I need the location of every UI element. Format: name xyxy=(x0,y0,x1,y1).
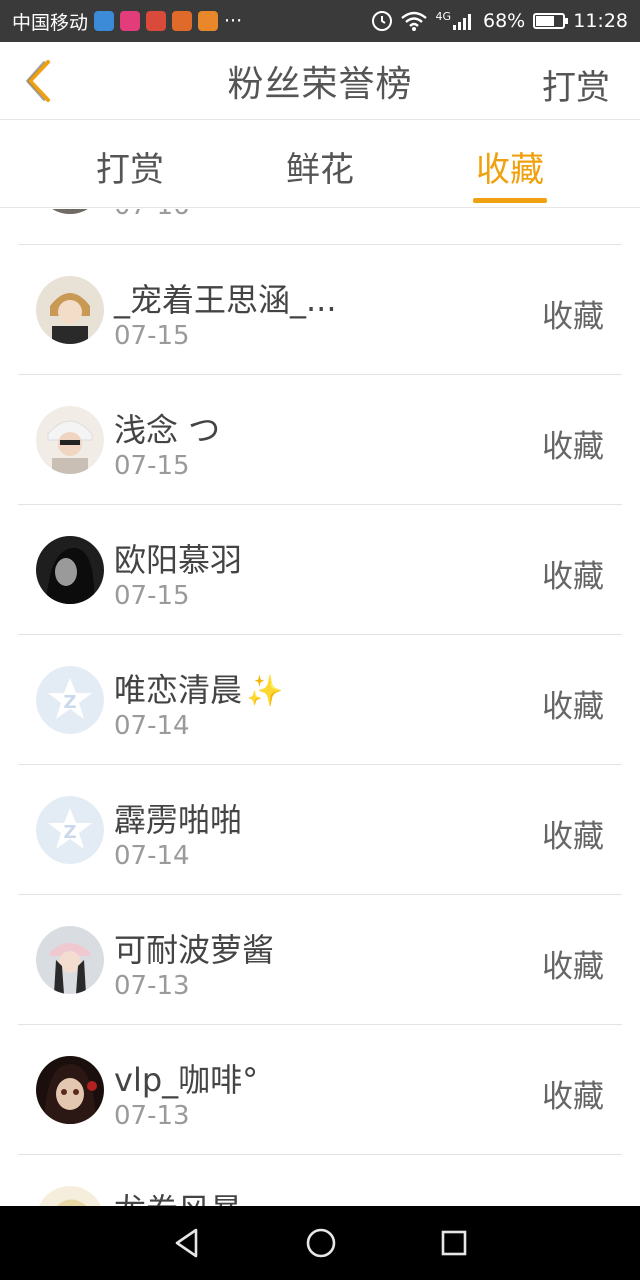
list-item[interactable]: 浅念 つ 07-15 收藏 xyxy=(18,375,622,505)
default-avatar-icon: Z xyxy=(36,796,104,864)
fan-name: 龙卷风暴 xyxy=(114,1185,242,1206)
sparkle-icon: ✨ xyxy=(246,674,284,709)
map-app-icon xyxy=(146,11,167,31)
avatar xyxy=(36,1186,104,1206)
favorite-label: 收藏 xyxy=(542,819,604,855)
favorite-label: 收藏 xyxy=(542,949,604,985)
list-item[interactable]: _宠着王思涵_... 07-15 收藏 xyxy=(18,245,622,375)
battery-fill xyxy=(536,16,554,26)
app-header: 粉丝荣誉榜 打赏 xyxy=(0,42,640,120)
favorite-label: 收藏 xyxy=(542,1079,604,1115)
video-app-icon xyxy=(120,11,141,31)
avatar xyxy=(36,209,104,214)
network-type: 4G xyxy=(435,9,451,23)
app-notification-icon xyxy=(94,11,115,31)
avatar xyxy=(36,1056,104,1124)
shopping-app-icon xyxy=(172,11,193,31)
fan-name: 唯恋清晨 ✨ xyxy=(114,665,283,711)
fan-name: vlp_咖啡° xyxy=(114,1061,259,1099)
svg-text:Z: Z xyxy=(63,692,76,713)
fan-date: 07-14 xyxy=(114,841,190,871)
fan-date: 07-15 xyxy=(114,321,190,351)
list-item[interactable]: vlp_咖啡° 07-13 收藏 xyxy=(18,1025,622,1155)
fan-name-text: 唯恋清晨 xyxy=(114,671,243,709)
fan-name: 浅念 つ xyxy=(114,411,221,449)
svg-text:Z: Z xyxy=(63,822,76,843)
list-item[interactable]: 07-16 xyxy=(18,209,622,245)
avatar xyxy=(36,276,104,344)
system-nav-bar xyxy=(0,1206,640,1280)
tab-reward[interactable]: 打赏 xyxy=(70,142,190,191)
reward-button[interactable]: 打赏 xyxy=(542,60,610,109)
fan-date: 07-14 xyxy=(114,711,190,741)
fan-name: _宠着王思涵_... xyxy=(114,281,337,319)
alarm-icon xyxy=(372,11,393,31)
active-tab-indicator xyxy=(473,198,547,203)
home-circle-icon[interactable] xyxy=(305,1227,337,1259)
list-item[interactable]: 欧阳慕羽 07-15 收藏 xyxy=(18,505,622,635)
tab-bar: 打赏 鲜花 收藏 xyxy=(0,120,640,208)
avatar: Z xyxy=(36,796,104,864)
fan-date: 07-15 xyxy=(114,581,190,611)
avatar xyxy=(36,406,104,474)
more-notifications-icon: ··· xyxy=(224,10,243,32)
avatar: Z xyxy=(36,666,104,734)
recent-apps-icon[interactable] xyxy=(440,1229,468,1257)
fan-name: 可耐波萝酱 xyxy=(114,931,275,969)
tab-flowers[interactable]: 鲜花 xyxy=(260,142,380,191)
list-item[interactable]: 龙卷风暴 收藏 xyxy=(18,1155,622,1206)
fan-list[interactable]: 07-16 _宠着王思涵_... 07-15 收藏 浅念 つ 07-15 收藏 … xyxy=(0,209,640,1206)
fan-name: 霹雳啪啪 xyxy=(114,801,243,839)
favorite-label: 收藏 xyxy=(542,299,604,335)
tab-favorites[interactable]: 收藏 xyxy=(450,142,570,191)
favorite-label: 收藏 xyxy=(542,559,604,595)
avatar xyxy=(36,926,104,994)
clock: 11:28 xyxy=(573,10,628,32)
back-triangle-icon[interactable] xyxy=(172,1227,202,1259)
list-item[interactable]: 可耐波萝酱 07-13 收藏 xyxy=(18,895,622,1025)
battery-icon xyxy=(533,13,569,29)
battery-percent: 68% xyxy=(483,10,526,32)
fan-name: 欧阳慕羽 xyxy=(114,541,243,579)
default-avatar-icon: Z xyxy=(36,666,104,734)
fan-date: 07-13 xyxy=(114,971,190,1001)
status-bar: 中国移动 ··· 4G 68% 11:28 xyxy=(0,0,640,42)
list-item[interactable]: Z 霹雳啪啪 07-14 收藏 xyxy=(18,765,622,895)
fan-date: 07-16 xyxy=(114,209,190,221)
signal-icon xyxy=(453,14,471,30)
carrier-label: 中国移动 xyxy=(12,11,89,34)
fan-date: 07-13 xyxy=(114,1101,190,1131)
avatar xyxy=(36,536,104,604)
wifi-icon xyxy=(401,11,428,31)
favorite-label: 收藏 xyxy=(542,429,604,465)
fan-date: 07-15 xyxy=(114,451,190,481)
list-item[interactable]: Z 唯恋清晨 ✨ 07-14 收藏 xyxy=(18,635,622,765)
favorite-label: 收藏 xyxy=(542,689,604,725)
home-app-icon xyxy=(198,11,219,31)
